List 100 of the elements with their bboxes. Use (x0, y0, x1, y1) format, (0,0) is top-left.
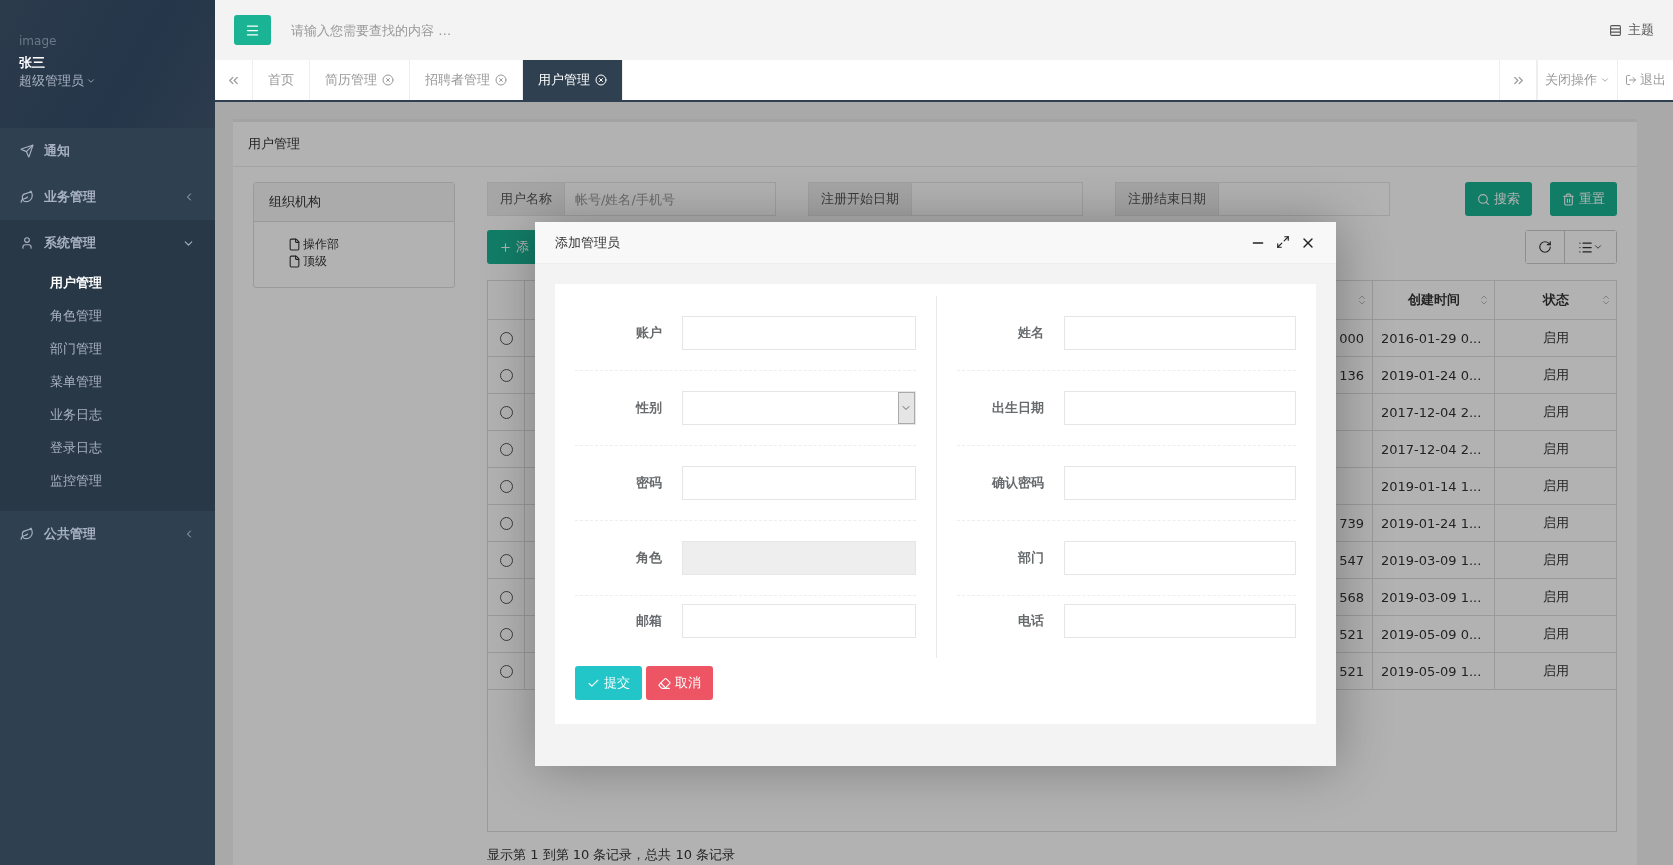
input-field[interactable] (1063, 604, 1296, 638)
nav-subitem[interactable]: 业务日志 (0, 398, 215, 431)
field-label: 出生日期 (990, 399, 1044, 417)
cancel-button[interactable]: 取消 (646, 666, 713, 700)
eraser-icon (658, 676, 671, 690)
field-label: 性别 (634, 399, 662, 417)
nav-subitem[interactable]: 登录日志 (0, 431, 215, 464)
avatar-caption: image (19, 34, 58, 48)
logout-icon (1625, 74, 1637, 86)
field-label: 密码 (635, 474, 662, 492)
leaf-icon (20, 527, 34, 541)
menu-button[interactable] (234, 15, 271, 45)
row-radio[interactable] (499, 405, 513, 419)
row-radio[interactable] (499, 442, 513, 456)
field-label: 注册开始日期 (808, 182, 912, 216)
table-cell: 568 (1339, 589, 1364, 605)
table-cell: 2019-01-14 1... (1381, 478, 1482, 494)
column-header[interactable]: 创建时间 (1407, 291, 1460, 309)
field-label: 确认密码 (990, 474, 1044, 492)
table-cell: 547 (1339, 552, 1364, 568)
input-field[interactable] (1063, 391, 1296, 425)
input-field[interactable] (1063, 316, 1296, 350)
table-cell: 000 (1339, 330, 1364, 346)
columns-button[interactable] (1564, 231, 1616, 263)
input-field[interactable] (682, 316, 916, 350)
nav-subitem[interactable]: 菜单管理 (0, 365, 215, 398)
table-cell: 739 (1339, 515, 1364, 531)
user-icon (20, 236, 34, 250)
tree-node[interactable]: 操作部 (288, 236, 454, 253)
input-field[interactable] (1063, 541, 1296, 575)
org-panel-title: 组织机构 (269, 193, 321, 211)
input-field[interactable] (682, 604, 916, 638)
nav-subitem[interactable]: 部门管理 (0, 332, 215, 365)
nav-item[interactable]: 业务管理 (0, 174, 215, 220)
menu-icon (245, 22, 260, 38)
table-cell: 2019-05-09 0... (1381, 626, 1482, 642)
row-radio[interactable] (499, 479, 513, 493)
modal-title: 添加管理员 (555, 233, 621, 252)
nav-item[interactable]: 通知 (0, 128, 215, 174)
file-icon (288, 255, 301, 268)
nav-subitem[interactable]: 角色管理 (0, 299, 215, 332)
field-label: 用户名称 (487, 182, 565, 216)
row-radio[interactable] (499, 553, 513, 567)
paper-plane-icon (20, 144, 34, 158)
table-cell: 启用 (1542, 477, 1569, 495)
tree-node[interactable]: 顶级 (288, 253, 454, 270)
sort-icon[interactable] (1356, 294, 1368, 306)
column-header[interactable]: 状态 (1542, 291, 1569, 309)
sort-icon[interactable] (1600, 294, 1612, 306)
nav-subitem[interactable]: 监控管理 (0, 464, 215, 497)
list-icon (1609, 23, 1622, 37)
row-radio[interactable] (499, 368, 513, 382)
trash-icon (1562, 192, 1575, 206)
field-label: 角色 (635, 549, 662, 567)
nav-item[interactable]: 公共管理 (0, 511, 215, 557)
search-icon (1477, 192, 1490, 206)
table-cell: 2016-01-29 0... (1381, 330, 1482, 346)
row-radio[interactable] (499, 590, 513, 604)
table-cell: 2017-12-04 2... (1381, 441, 1482, 457)
table-cell: 启用 (1542, 329, 1569, 347)
field-label: 电话 (1016, 612, 1044, 630)
field-label: 账户 (635, 324, 662, 342)
theme-link[interactable]: 主题 (1609, 21, 1654, 39)
nav-subitem[interactable]: 用户管理 (0, 266, 215, 299)
leaf-icon (20, 190, 34, 204)
tab[interactable]: 用户管理 (523, 60, 623, 100)
input-field[interactable] (1219, 182, 1390, 216)
input-field[interactable] (912, 182, 1083, 216)
maximize-icon[interactable] (1276, 234, 1290, 249)
file-icon (288, 238, 301, 251)
row-radio[interactable] (499, 331, 513, 345)
panel-title: 用户管理 (248, 135, 300, 153)
table-cell: 136 (1339, 367, 1364, 383)
nav-item[interactable]: 系统管理 (0, 220, 215, 266)
table-cell: 启用 (1542, 514, 1569, 532)
field-label: 姓名 (1016, 324, 1044, 342)
caret-icon (1593, 242, 1603, 252)
input-field[interactable]: 帐号/姓名/手机号 (565, 182, 776, 216)
input-field[interactable] (682, 466, 916, 500)
pagination-info: 显示第 1 到第 10 条记录，总共 10 条记录 (487, 846, 737, 864)
user-name: 张三 (19, 54, 46, 72)
role-dropdown[interactable]: 超级管理员 (19, 72, 196, 90)
caret-icon (1600, 75, 1610, 85)
table-cell: 2019-03-09 1... (1381, 589, 1482, 605)
table-cell: 启用 (1542, 588, 1569, 606)
list-icon (1578, 239, 1593, 255)
row-radio[interactable] (499, 516, 513, 530)
field-label: 注册结束日期 (1115, 182, 1219, 216)
table-cell: 启用 (1542, 403, 1569, 421)
plus-icon (499, 240, 512, 254)
search-field[interactable]: 请输入您需要查找的内容 … (289, 21, 1591, 39)
input-field[interactable] (1063, 466, 1296, 500)
refresh-icon (1538, 240, 1552, 254)
field-label: 邮箱 (635, 612, 662, 630)
table-cell: 2019-03-09 1... (1381, 552, 1482, 568)
sort-icon[interactable] (1478, 294, 1490, 306)
row-radio[interactable] (499, 627, 513, 641)
row-radio[interactable] (499, 664, 513, 678)
table-cell: 启用 (1542, 662, 1569, 680)
field-label: 部门 (1016, 549, 1044, 567)
